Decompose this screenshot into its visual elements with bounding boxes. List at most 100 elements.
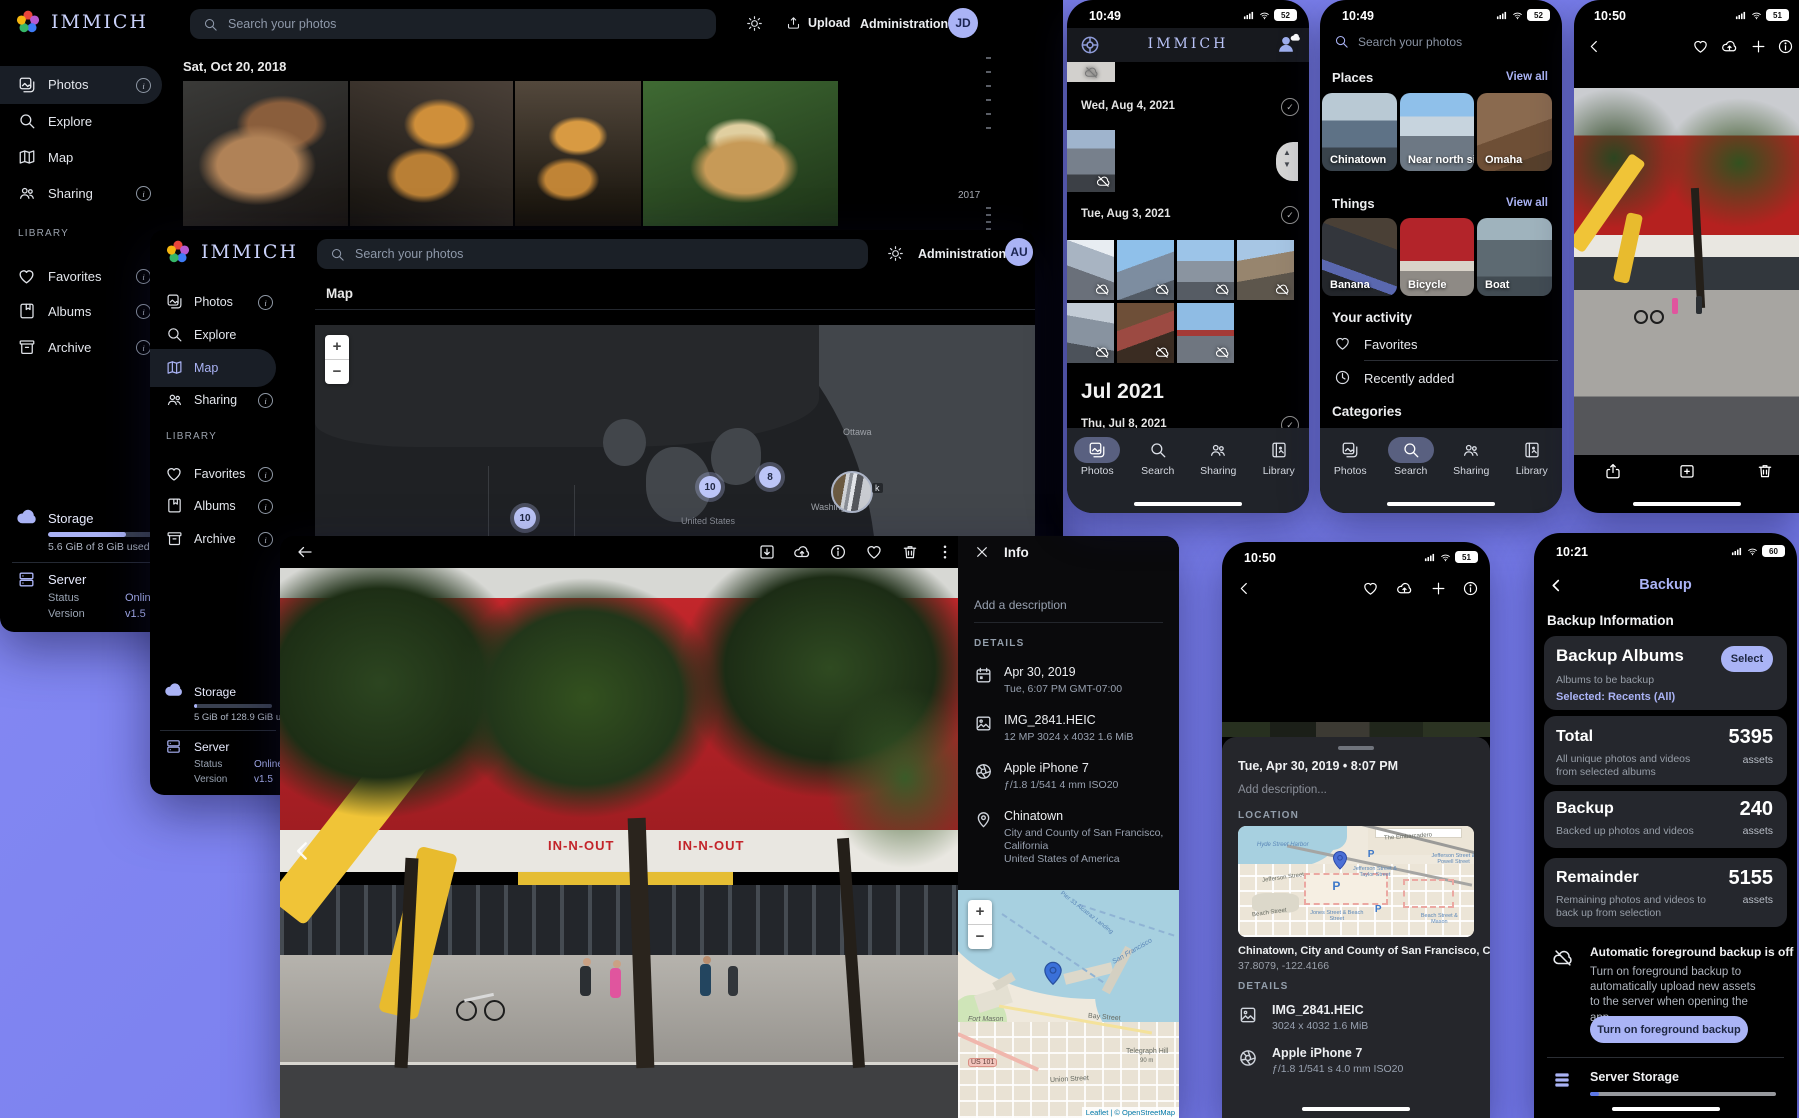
photo-thumbnail[interactable] xyxy=(1117,240,1174,300)
download-icon[interactable] xyxy=(758,543,776,561)
foreground-backup-button[interactable]: Turn on foreground backup xyxy=(1590,1016,1748,1043)
cloud-upload-icon[interactable] xyxy=(1721,38,1738,55)
sidebar-item-favorites[interactable]: Favorites xyxy=(0,259,162,293)
theme-toggle-sun-icon[interactable] xyxy=(887,245,904,262)
photo-thumbnail[interactable] xyxy=(183,81,348,226)
info-icon[interactable] xyxy=(136,186,151,201)
share-icon[interactable] xyxy=(1604,462,1622,480)
app-logo[interactable]: IMMICH xyxy=(14,8,148,36)
sidebar-item-favorites[interactable]: Favorites xyxy=(150,457,280,491)
photo-thumbnail[interactable] xyxy=(1177,303,1234,363)
photo-sliver[interactable] xyxy=(1222,722,1490,737)
info-icon[interactable] xyxy=(1462,580,1479,597)
sidebar-item-map[interactable]: Map xyxy=(0,140,162,174)
add-icon[interactable] xyxy=(1750,38,1767,55)
info-icon[interactable] xyxy=(258,532,273,547)
scrollbar-thumb[interactable]: ▲▼ xyxy=(1276,142,1298,181)
back-icon[interactable] xyxy=(1586,38,1603,55)
photo-thumbnail[interactable] xyxy=(350,81,513,226)
map-attribution[interactable]: Leaflet | © OpenStreetMap xyxy=(1082,1107,1179,1118)
photo-thumbnail[interactable] xyxy=(1067,62,1115,82)
user-avatar[interactable]: AU xyxy=(1005,238,1033,266)
activity-recently-added[interactable]: Recently added xyxy=(1320,366,1562,390)
map-zoom-control[interactable]: + − xyxy=(325,335,349,384)
sidebar-item-archive[interactable]: Archive xyxy=(150,522,280,556)
search-input[interactable]: Search your photos xyxy=(1320,30,1562,56)
activity-favorites[interactable]: Favorites xyxy=(1320,332,1562,356)
sidebar-item-map-active[interactable]: Map xyxy=(150,349,276,387)
administration-button[interactable]: Administration xyxy=(918,247,1006,261)
description-input[interactable]: Add a description xyxy=(974,598,1067,612)
sidebar-item-albums[interactable]: Albums xyxy=(0,294,162,328)
upload-button[interactable]: Upload xyxy=(786,15,850,30)
photo-innout-storefront[interactable]: IN-N-OUT IN-N-OUT xyxy=(280,568,958,1118)
sidebar-item-sharing[interactable]: Sharing xyxy=(0,176,162,210)
map-zoom-control[interactable]: + − xyxy=(968,900,992,949)
info-icon[interactable] xyxy=(258,499,273,514)
description-input[interactable]: Add description... xyxy=(1238,784,1327,796)
map-cluster[interactable]: 10 xyxy=(514,507,536,529)
map-cluster[interactable]: 10 xyxy=(699,476,721,498)
add-icon[interactable] xyxy=(1430,580,1447,597)
thing-thumbnail[interactable]: Bicycle xyxy=(1400,218,1474,296)
search-input[interactable]: Search your photos xyxy=(190,9,716,39)
photo-innout-mobile[interactable] xyxy=(1574,88,1799,455)
info-icon[interactable] xyxy=(1777,38,1794,55)
thing-thumbnail[interactable]: Banana xyxy=(1322,218,1397,296)
info-icon[interactable] xyxy=(258,393,273,408)
nav-library[interactable]: Library xyxy=(1503,437,1561,513)
zoom-in-button[interactable]: + xyxy=(325,335,349,360)
photo-thumbnail[interactable] xyxy=(1067,130,1115,192)
nav-photos[interactable]: Photos xyxy=(1068,437,1126,513)
sidebar-item-archive[interactable]: Archive xyxy=(0,330,162,364)
more-options-icon[interactable] xyxy=(936,543,954,561)
previous-photo-icon[interactable] xyxy=(290,838,316,864)
info-icon[interactable] xyxy=(136,269,151,284)
delete-icon[interactable] xyxy=(901,543,919,561)
info-icon[interactable] xyxy=(258,295,273,310)
favorite-heart-icon[interactable] xyxy=(1362,580,1379,597)
cloud-upload-icon[interactable] xyxy=(1396,580,1413,597)
cloud-upload-icon[interactable] xyxy=(793,543,811,561)
select-group-icon[interactable]: ✓ xyxy=(1281,206,1299,224)
sidebar-item-explore[interactable]: Explore xyxy=(150,318,280,352)
select-button[interactable]: Select xyxy=(1721,646,1773,672)
sidebar-item-explore[interactable]: Explore xyxy=(0,104,162,138)
info-icon[interactable] xyxy=(136,340,151,355)
photo-thumbnail[interactable] xyxy=(1237,240,1294,300)
info-icon[interactable] xyxy=(829,543,847,561)
photo-thumbnail[interactable] xyxy=(1117,303,1174,363)
zoom-out-button[interactable]: − xyxy=(968,925,992,949)
sheet-drag-handle[interactable] xyxy=(1338,746,1374,750)
favorite-heart-icon[interactable] xyxy=(865,543,883,561)
nav-library[interactable]: Library xyxy=(1250,437,1308,513)
info-icon[interactable] xyxy=(136,78,151,93)
back-icon[interactable] xyxy=(296,543,314,561)
map-photo-marker[interactable] xyxy=(831,471,873,513)
photo-thumbnail[interactable] xyxy=(1177,240,1234,300)
photo-thumbnail[interactable] xyxy=(643,81,838,226)
photo-thumbnail[interactable] xyxy=(515,81,641,226)
sidebar-item-photos[interactable]: Photos xyxy=(150,285,280,319)
favorite-heart-icon[interactable] xyxy=(1692,38,1709,55)
administration-button[interactable]: Administration xyxy=(860,17,948,31)
delete-icon[interactable] xyxy=(1756,462,1774,480)
things-view-all[interactable]: View all xyxy=(1506,197,1548,209)
photo-thumbnail[interactable] xyxy=(1067,240,1114,300)
sidebar-item-albums[interactable]: Albums xyxy=(150,489,280,523)
places-view-all[interactable]: View all xyxy=(1506,71,1548,83)
location-map[interactable]: P P P Hyde Street Harbor The Embarcadero… xyxy=(1238,826,1474,937)
back-icon[interactable] xyxy=(1236,580,1253,597)
map-cluster[interactable]: 8 xyxy=(759,466,781,488)
select-group-icon[interactable]: ✓ xyxy=(1281,98,1299,116)
add-to-album-icon[interactable] xyxy=(1678,462,1696,480)
app-logo[interactable]: IMMICH xyxy=(164,238,298,266)
info-icon[interactable] xyxy=(136,304,151,319)
place-thumbnail[interactable]: Near north side xyxy=(1400,93,1474,171)
info-icon[interactable] xyxy=(258,467,273,482)
theme-toggle-sun-icon[interactable] xyxy=(746,15,763,32)
place-thumbnail[interactable]: Omaha xyxy=(1477,93,1552,171)
close-icon[interactable] xyxy=(974,544,990,560)
sidebar-item-photos[interactable]: Photos xyxy=(0,66,162,104)
nav-photos[interactable]: Photos xyxy=(1321,437,1379,513)
